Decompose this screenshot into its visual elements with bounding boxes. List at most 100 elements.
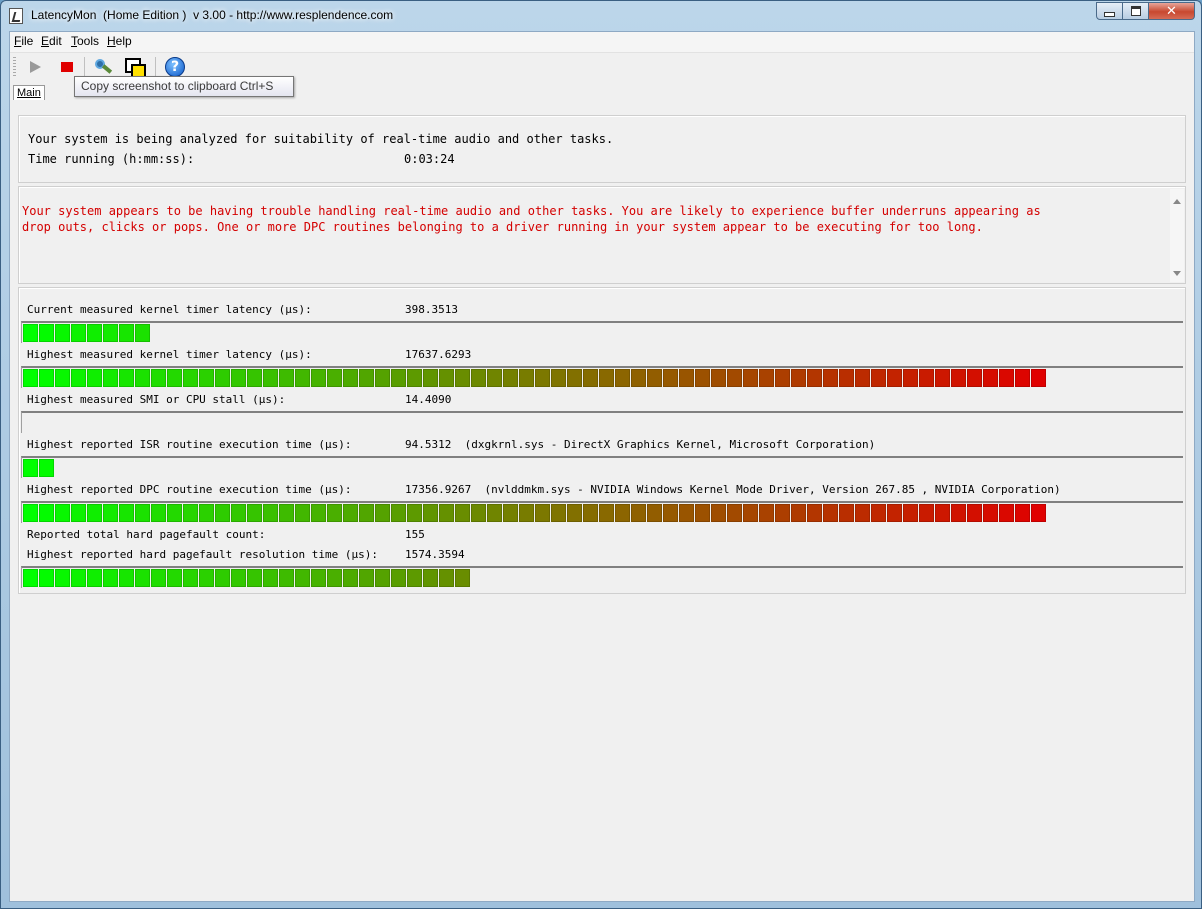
meter-segment	[199, 504, 214, 522]
meter-segment	[295, 569, 310, 587]
meter-segment	[487, 504, 502, 522]
app-icon[interactable]	[9, 8, 23, 24]
latency-meter-fill	[23, 569, 471, 587]
verdict-scrollbar[interactable]	[1170, 189, 1184, 282]
meter-segment	[519, 504, 534, 522]
meter-segment	[151, 569, 166, 587]
help-button[interactable]: ?	[164, 56, 186, 78]
scroll-up-icon[interactable]	[1173, 199, 1181, 204]
meter-segment	[615, 504, 630, 522]
meter-segment	[407, 504, 422, 522]
meter-segment	[23, 459, 38, 477]
meter-segment	[471, 504, 486, 522]
meter-segment	[535, 504, 550, 522]
meter-segment	[839, 369, 854, 387]
tools-button[interactable]	[92, 56, 114, 78]
copy-screenshot-button[interactable]	[124, 56, 146, 78]
meter-segment	[263, 504, 278, 522]
meter-segment	[695, 369, 710, 387]
meter-segment	[71, 569, 86, 587]
meter-segment	[775, 504, 790, 522]
meter-segment	[983, 369, 998, 387]
meter-segment	[263, 569, 278, 587]
meter-segment	[551, 504, 566, 522]
meter-segment	[903, 504, 918, 522]
metric-label: Highest reported hard pagefault resoluti…	[27, 548, 378, 561]
meter-segment	[279, 369, 294, 387]
meter-segment	[423, 569, 438, 587]
meter-segment	[199, 569, 214, 587]
start-button[interactable]	[24, 56, 46, 78]
client-area: File Edit Tools Help ? Main Copy screens…	[9, 31, 1195, 902]
meter-segment	[967, 504, 982, 522]
meter-segment	[151, 369, 166, 387]
meter-segment	[327, 369, 342, 387]
menu-tools[interactable]: Tools	[71, 34, 99, 48]
verdict-text-line1: Your system appears to be having trouble…	[22, 204, 1041, 218]
meter-segment	[631, 369, 646, 387]
metric-label: Highest reported DPC routine execution t…	[27, 483, 352, 496]
app-window: LatencyMon (Home Edition ) v 3.00 - http…	[0, 0, 1202, 909]
meter-segment	[439, 504, 454, 522]
metric-value: 1574.3594	[405, 548, 465, 561]
meter-segment	[599, 504, 614, 522]
metrics-panel: Current measured kernel timer latency (µ…	[18, 287, 1186, 594]
time-running-value: 0:03:24	[404, 152, 455, 166]
menu-file[interactable]: File	[14, 34, 33, 48]
meter-segment	[327, 569, 342, 587]
latency-meter	[21, 501, 1183, 523]
meter-segment	[919, 504, 934, 522]
meter-segment	[935, 369, 950, 387]
meter-segment	[679, 504, 694, 522]
meter-segment	[743, 504, 758, 522]
tooltip: Copy screenshot to clipboard Ctrl+S	[74, 76, 294, 97]
metric-value: 398.3513	[405, 303, 458, 316]
meter-segment	[1031, 369, 1046, 387]
meter-segment	[231, 369, 246, 387]
maximize-button[interactable]	[1123, 2, 1149, 20]
meter-segment	[87, 504, 102, 522]
meter-segment	[759, 369, 774, 387]
meter-segment	[311, 369, 326, 387]
meter-segment	[455, 504, 470, 522]
toolbar-grip[interactable]	[13, 57, 16, 77]
meter-segment	[311, 569, 326, 587]
meter-segment	[263, 369, 278, 387]
stop-icon	[61, 62, 73, 72]
metric-label: Current measured kernel timer latency (µ…	[27, 303, 312, 316]
meter-segment	[407, 369, 422, 387]
meter-segment	[503, 369, 518, 387]
meter-segment	[55, 324, 70, 342]
tab-main[interactable]: Main	[13, 85, 45, 100]
meter-segment	[439, 569, 454, 587]
meter-segment	[439, 369, 454, 387]
menu-help[interactable]: Help	[107, 34, 132, 48]
meter-segment	[215, 504, 230, 522]
meter-segment	[375, 504, 390, 522]
menu-edit[interactable]: Edit	[41, 34, 62, 48]
meter-segment	[247, 569, 262, 587]
meter-segment	[839, 504, 854, 522]
meter-segment	[503, 504, 518, 522]
meter-segment	[663, 369, 678, 387]
minimize-button[interactable]	[1096, 2, 1123, 20]
scroll-down-icon[interactable]	[1173, 271, 1181, 276]
meter-segment	[311, 504, 326, 522]
window-title: LatencyMon (Home Edition ) v 3.00 - http…	[31, 8, 394, 22]
meter-segment	[23, 504, 38, 522]
meter-segment	[727, 369, 742, 387]
metric-label: Reported total hard pagefault count:	[27, 528, 266, 541]
meter-segment	[823, 369, 838, 387]
title-bar[interactable]: LatencyMon (Home Edition ) v 3.00 - http…	[1, 1, 1201, 31]
stop-button[interactable]	[56, 56, 78, 78]
close-button[interactable]: ✕	[1149, 2, 1195, 20]
metric-label: Highest measured kernel timer latency (µ…	[27, 348, 312, 361]
meter-segment	[391, 504, 406, 522]
metric-value: 94.5312 (dxgkrnl.sys - DirectX Graphics …	[405, 438, 876, 451]
meter-segment	[599, 369, 614, 387]
meter-segment	[103, 504, 118, 522]
meter-segment	[999, 504, 1014, 522]
metric-value: 14.4090	[405, 393, 452, 406]
meter-segment	[55, 369, 70, 387]
meter-segment	[103, 569, 118, 587]
